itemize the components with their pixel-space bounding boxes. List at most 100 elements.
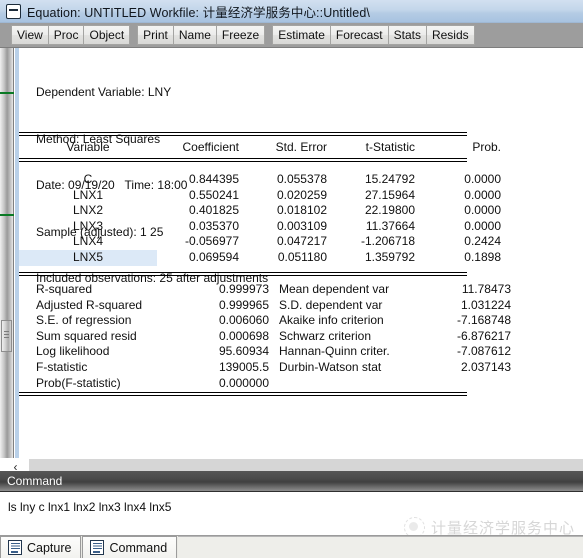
coefficient-table-header: Variable Coefficient Std. Error t-Statis… xyxy=(19,140,507,156)
table-row[interactable]: C 0.844395 0.055378 15.24792 0.0000 xyxy=(19,172,507,188)
table-row[interactable]: LNX3 0.035370 0.003109 11.37664 0.0000 xyxy=(19,219,507,235)
cell-std-error: 0.047217 xyxy=(276,234,327,249)
cell-prob: 0.0000 xyxy=(464,218,501,233)
stat-label: S.E. of regression xyxy=(36,313,132,328)
toolbar-button-proc[interactable]: Proc xyxy=(48,25,85,45)
cell-coefficient: -0.056977 xyxy=(184,234,239,249)
stat-label2 xyxy=(279,376,431,392)
cell-t-statistic: -1.206718 xyxy=(360,234,415,249)
toolbar-group-file: Print Name Freeze xyxy=(137,25,266,45)
cell-coefficient: 0.550241 xyxy=(188,187,239,202)
cell-variable: LNX1 xyxy=(72,187,104,202)
command-panel-title: Command xyxy=(0,471,583,492)
tab-capture[interactable]: Capture xyxy=(0,536,82,558)
cell-t-statistic: 1.359792 xyxy=(364,249,415,264)
stat-value2: -7.168748 xyxy=(456,313,511,328)
table-row[interactable]: LNX4 -0.056977 0.047217 -1.206718 0.2424 xyxy=(19,234,507,250)
toolbar-group-object: View Proc Object xyxy=(11,25,131,45)
table-rule-body-bottom xyxy=(19,272,467,276)
cell-t-statistic: 11.37664 xyxy=(365,218,415,233)
equation-window-icon xyxy=(6,3,21,19)
cell-coefficient: 0.844395 xyxy=(188,172,239,186)
table-rule-header-bottom xyxy=(19,158,467,162)
equation-toolbar: View Proc Object Print Name Freeze Estim… xyxy=(0,23,583,48)
table-row-selected[interactable]: LNX5 0.069594 0.051180 1.359792 0.1898 xyxy=(19,249,507,266)
stat-value2: -7.087612 xyxy=(456,344,511,359)
cell-variable: LNX4 xyxy=(72,234,104,249)
cell-variable: C xyxy=(83,172,93,186)
cell-coefficient: 0.401825 xyxy=(188,203,239,218)
stats-row: Adjusted R-squared 0.999965 S.D. depende… xyxy=(36,298,511,314)
stats-row: Prob(F-statistic) 0.000000 xyxy=(36,376,511,392)
cell-prob: 0.1898 xyxy=(464,249,501,264)
stat-label2: Durbin-Watson stat xyxy=(279,359,382,374)
cell-std-error: 0.003109 xyxy=(276,218,327,233)
stat-label: R-squared xyxy=(36,282,93,296)
stats-row: S.E. of regression 0.006060 Akaike info … xyxy=(36,313,511,329)
stats-row: F-statistic 139005.5 Durbin-Watson stat … xyxy=(36,360,511,376)
bottom-tab-strip: Capture Command xyxy=(0,535,583,558)
cell-t-statistic: 22.19800 xyxy=(364,203,415,218)
stat-value2 xyxy=(431,376,511,392)
tab-command[interactable]: Command xyxy=(82,536,178,558)
stat-label: Log likelihood xyxy=(36,344,110,359)
column-header-coefficient: Coefficient xyxy=(182,140,239,154)
stat-value: 0.000000 xyxy=(218,375,269,390)
toolbar-button-stats[interactable]: Stats xyxy=(388,25,427,45)
stat-value: 0.999973 xyxy=(218,282,269,296)
toolbar-button-freeze[interactable]: Freeze xyxy=(216,25,266,45)
stat-value2: -6.876217 xyxy=(456,328,511,343)
toolbar-button-forecast[interactable]: Forecast xyxy=(330,25,389,45)
stats-row: Sum squared resid 0.000698 Schwarz crite… xyxy=(36,329,511,345)
cell-prob: 0.2424 xyxy=(464,234,501,249)
cell-variable: LNX3 xyxy=(72,218,104,233)
cell-std-error: 0.055378 xyxy=(276,172,327,186)
vertical-scrollbar[interactable] xyxy=(0,48,14,458)
toolbar-button-name[interactable]: Name xyxy=(173,25,217,45)
tab-capture-label: Capture xyxy=(27,540,72,555)
table-row[interactable]: LNX2 0.401825 0.018102 22.19800 0.0000 xyxy=(19,203,507,219)
coefficient-table-body: C 0.844395 0.055378 15.24792 0.0000 LNX1… xyxy=(19,172,507,266)
command-input-area[interactable]: ls lny c lnx1 lnx2 lnx3 lnx4 lnx5 计量经济学服… xyxy=(0,493,583,538)
cell-prob: 0.0000 xyxy=(464,203,501,218)
stat-value2: 1.031224 xyxy=(460,297,511,312)
regression-output: Dependent Variable: LNY Method: Least Sq… xyxy=(15,48,583,458)
command-line-text: ls lny c lnx1 lnx2 lnx3 lnx4 lnx5 xyxy=(8,500,172,514)
stat-value: 0.006060 xyxy=(218,313,269,328)
table-row[interactable]: LNX1 0.550241 0.020259 27.15964 0.0000 xyxy=(19,188,507,204)
scrollbar-marker-2 xyxy=(0,214,14,216)
stat-value: 0.000698 xyxy=(218,328,269,343)
stats-row: R-squared 0.999973 Mean dependent var 11… xyxy=(36,282,511,298)
scrollbar-marker-1 xyxy=(0,92,14,94)
toolbar-group-estimation: Estimate Forecast Stats Resids xyxy=(272,25,475,45)
stat-value: 0.999965 xyxy=(218,297,269,312)
cell-t-statistic: 27.15964 xyxy=(364,187,415,202)
cell-coefficient: 0.035370 xyxy=(188,218,239,233)
stat-label2: Akaike info criterion xyxy=(279,313,384,328)
toolbar-button-object[interactable]: Object xyxy=(84,25,131,45)
output-pane: Dependent Variable: LNY Method: Least Sq… xyxy=(0,48,583,458)
toolbar-button-view[interactable]: View xyxy=(11,25,49,45)
summary-statistics-table: R-squared 0.999973 Mean dependent var 11… xyxy=(36,282,511,391)
toolbar-button-print[interactable]: Print xyxy=(137,25,174,45)
document-icon xyxy=(8,540,22,555)
document-icon xyxy=(90,540,105,555)
stat-value: 95.60934 xyxy=(218,344,269,359)
stat-label2: Mean dependent var xyxy=(279,282,390,296)
stat-label2: S.D. dependent var xyxy=(279,297,383,312)
cell-variable: LNX5 xyxy=(19,249,157,266)
toolbar-button-resids[interactable]: Resids xyxy=(426,25,475,45)
stats-row: Log likelihood 95.60934 Hannan-Quinn cri… xyxy=(36,344,511,360)
toolbar-button-estimate[interactable]: Estimate xyxy=(272,25,331,45)
stat-value: 139005.5 xyxy=(218,359,269,374)
stat-label: Adjusted R-squared xyxy=(36,297,143,312)
cell-t-statistic: 15.24792 xyxy=(364,172,415,186)
stat-label: F-statistic xyxy=(36,359,88,374)
command-panel: Command ls lny c lnx1 lnx2 lnx3 lnx4 lnx… xyxy=(0,471,583,538)
dependent-variable-line: Dependent Variable: LNY xyxy=(36,85,172,99)
stat-value2: 2.037143 xyxy=(460,359,511,374)
window-titlebar: Equation: UNTITLED Workfile: 计量经济学服务中心::… xyxy=(0,0,583,23)
vertical-scrollbar-thumb[interactable] xyxy=(1,320,12,352)
cell-prob: 0.0000 xyxy=(464,187,501,202)
stat-label2: Hannan-Quinn criter. xyxy=(279,344,390,359)
